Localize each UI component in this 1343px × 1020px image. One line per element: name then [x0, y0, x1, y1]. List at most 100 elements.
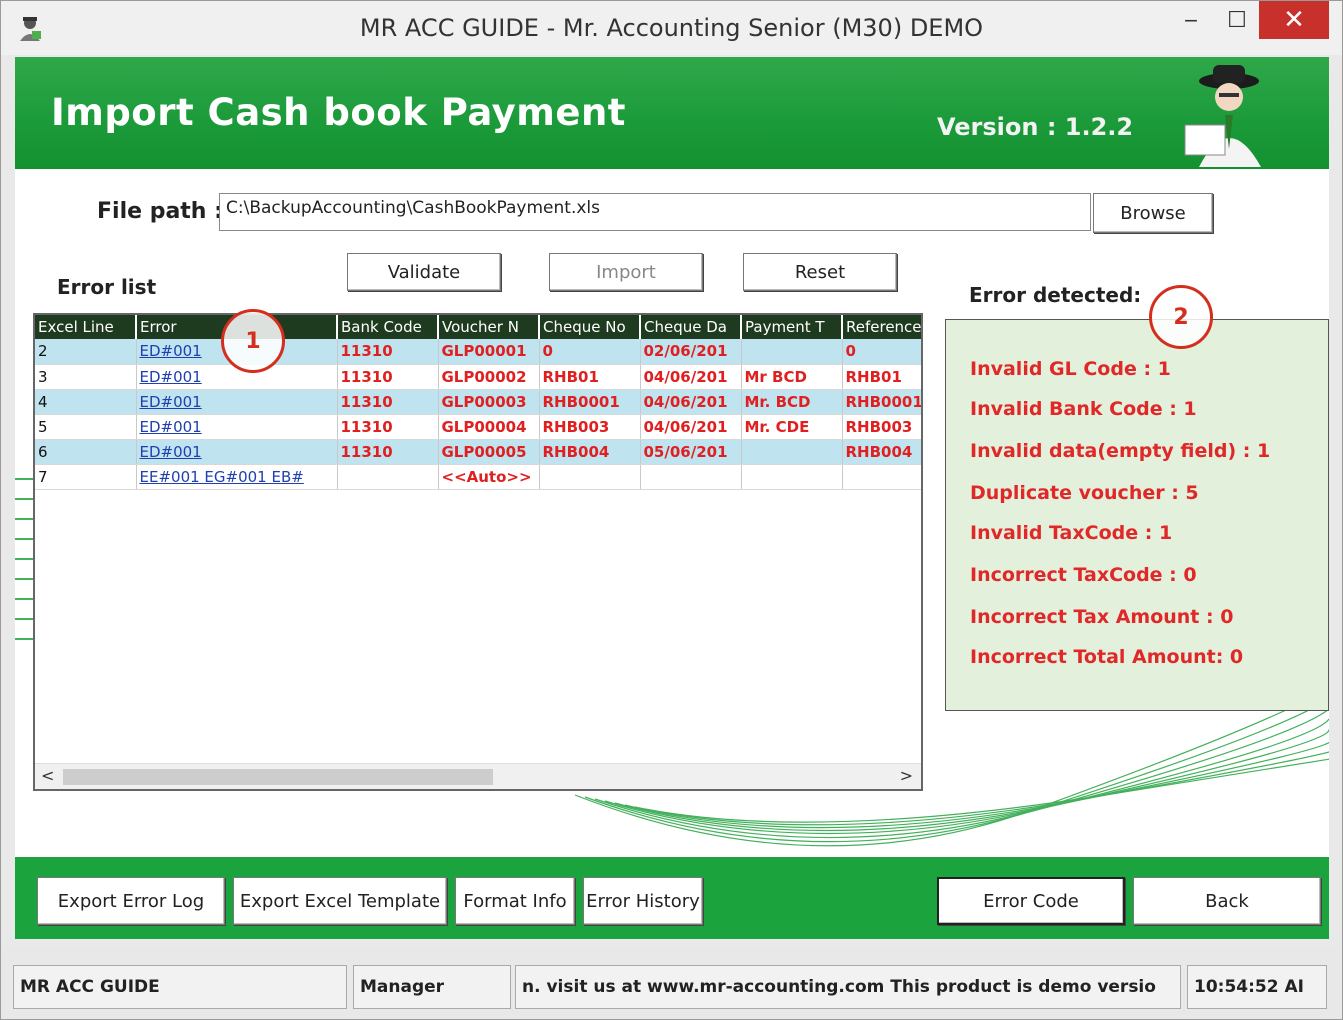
reset-button[interactable]: Reset: [743, 253, 897, 291]
cell-cheque-date: 04/06/201: [640, 414, 742, 440]
cell-voucher-no: GLP00001: [438, 339, 540, 365]
scroll-left-icon[interactable]: <: [41, 766, 54, 785]
error-summary-item: Incorrect Total Amount: 0: [970, 646, 1244, 668]
file-path-input[interactable]: C:\BackupAccounting\CashBookPayment.xls: [219, 193, 1091, 231]
error-summary-item: Invalid GL Code : 1: [970, 358, 1171, 380]
table-row[interactable]: 5 ED#001 11310 GLP00004 RHB003 04/06/201…: [35, 414, 921, 440]
status-bar: MR ACC GUIDE Manager n. visit us at www.…: [1, 947, 1342, 1019]
error-summary-item: Invalid data(empty field) : 1: [970, 440, 1271, 462]
cell-cheque-date: 04/06/201: [640, 389, 742, 415]
cell-cheque-no: RHB0001: [539, 389, 641, 415]
error-list-grid[interactable]: Excel Line Error Bank Code Voucher N Che…: [33, 313, 923, 791]
col-header-bank-code[interactable]: Bank Code: [337, 315, 439, 339]
header-banner: Import Cash book Payment Version : 1.2.2: [15, 57, 1329, 169]
cell-cheque-no: 0: [539, 339, 641, 365]
import-button[interactable]: Import: [549, 253, 703, 291]
error-history-button[interactable]: Error History: [583, 877, 703, 925]
error-detected-label: Error detected:: [969, 283, 1142, 307]
app-window: MR ACC GUIDE - Mr. Accounting Senior (M3…: [0, 0, 1343, 1020]
scroll-thumb[interactable]: [63, 769, 493, 785]
export-error-log-button[interactable]: Export Error Log: [37, 877, 225, 925]
cell-cheque-no: [539, 464, 641, 490]
cell-reference: RHB004: [842, 439, 921, 465]
error-summary-item: Duplicate voucher : 5: [970, 482, 1199, 504]
error-summary-panel: Invalid GL Code : 1 Invalid Bank Code : …: [945, 319, 1329, 711]
error-summary-item: Incorrect Tax Amount : 0: [970, 606, 1234, 628]
cell-payment-to: Mr. CDE: [741, 414, 843, 440]
cell-payment-to: Mr. BCD: [741, 389, 843, 415]
format-info-button[interactable]: Format Info: [455, 877, 575, 925]
table-row[interactable]: 6 ED#001 11310 GLP00005 RHB004 05/06/201…: [35, 439, 921, 465]
close-button[interactable]: ✕: [1259, 1, 1329, 39]
scroll-right-icon[interactable]: >: [900, 766, 913, 785]
callout-marker-2: 2: [1149, 285, 1213, 349]
cell-bank-code: [337, 464, 439, 490]
error-code-button[interactable]: Error Code: [937, 877, 1125, 925]
cell-voucher-no: GLP00003: [438, 389, 540, 415]
col-header-voucher-no[interactable]: Voucher N: [438, 315, 540, 339]
error-summary-item: Invalid TaxCode : 1: [970, 522, 1173, 544]
cell-reference: RHB0001: [842, 389, 921, 415]
file-path-label: File path :: [97, 199, 223, 224]
col-header-cheque-no[interactable]: Cheque No: [539, 315, 641, 339]
cell-reference: 0: [842, 339, 921, 365]
table-row[interactable]: 4 ED#001 11310 GLP00003 RHB0001 04/06/20…: [35, 389, 921, 415]
version-label: Version : 1.2.2: [937, 113, 1134, 141]
status-time: 10:54:52 AI: [1187, 965, 1327, 1009]
horizontal-scrollbar[interactable]: < >: [35, 763, 921, 789]
callout-marker-1: 1: [221, 309, 285, 373]
cell-payment-to: [741, 464, 843, 490]
col-header-excel-line[interactable]: Excel Line: [35, 315, 137, 339]
page-title: Import Cash book Payment: [51, 91, 626, 134]
cell-excel-line: 7: [35, 464, 137, 490]
cell-cheque-date: 04/06/201: [640, 364, 742, 390]
error-list-label: Error list: [57, 275, 157, 299]
cell-voucher-no: GLP00004: [438, 414, 540, 440]
status-user: Manager: [353, 965, 511, 1009]
cell-error-link[interactable]: ED#001: [136, 414, 338, 440]
cell-excel-line: 5: [35, 414, 137, 440]
action-bar: Export Error Log Export Excel Template F…: [15, 857, 1329, 939]
cell-cheque-no: RHB003: [539, 414, 641, 440]
table-row[interactable]: 2 ED#001 11310 GLP00001 0 02/06/201 0: [35, 339, 921, 365]
cell-excel-line: 3: [35, 364, 137, 390]
grid-header-row: Excel Line Error Bank Code Voucher N Che…: [35, 315, 921, 339]
cell-cheque-no: RHB01: [539, 364, 641, 390]
main-content: File path : C:\BackupAccounting\CashBook…: [15, 169, 1329, 857]
cell-error-link[interactable]: ED#001: [136, 439, 338, 465]
table-row[interactable]: 3 ED#001 11310 GLP00002 RHB01 04/06/201 …: [35, 364, 921, 390]
browse-button[interactable]: Browse: [1093, 193, 1213, 233]
cell-bank-code: 11310: [337, 414, 439, 440]
cell-payment-to: [741, 439, 843, 465]
validate-button[interactable]: Validate: [347, 253, 501, 291]
cell-error-link[interactable]: EE#001 EG#001 EB#: [136, 464, 338, 490]
maximize-button[interactable]: ☐: [1213, 1, 1261, 39]
cell-payment-to: [741, 339, 843, 365]
window-title: MR ACC GUIDE - Mr. Accounting Senior (M3…: [359, 14, 984, 42]
col-header-reference[interactable]: Reference: [842, 315, 921, 339]
back-button[interactable]: Back: [1133, 877, 1321, 925]
cell-payment-to: Mr BCD: [741, 364, 843, 390]
title-bar: MR ACC GUIDE - Mr. Accounting Senior (M3…: [1, 1, 1342, 55]
cell-reference: RHB003: [842, 414, 921, 440]
cell-bank-code: 11310: [337, 364, 439, 390]
cell-excel-line: 2: [35, 339, 137, 365]
cell-cheque-date: [640, 464, 742, 490]
col-header-payment-to[interactable]: Payment T: [741, 315, 843, 339]
cell-reference: [842, 464, 921, 490]
status-message: n. visit us at www.mr-accounting.com Thi…: [515, 965, 1181, 1009]
table-row[interactable]: 7 EE#001 EG#001 EB# <<Auto>>: [35, 464, 921, 490]
export-excel-template-button[interactable]: Export Excel Template: [233, 877, 447, 925]
cell-bank-code: 11310: [337, 389, 439, 415]
cell-excel-line: 4: [35, 389, 137, 415]
cell-reference: RHB01: [842, 364, 921, 390]
mascot-logo-icon: [1184, 65, 1261, 167]
cell-cheque-no: RHB004: [539, 439, 641, 465]
cell-cheque-date: 05/06/201: [640, 439, 742, 465]
cell-error-link[interactable]: ED#001: [136, 389, 338, 415]
col-header-cheque-date[interactable]: Cheque Da: [640, 315, 742, 339]
cell-bank-code: 11310: [337, 439, 439, 465]
cell-voucher-no: GLP00005: [438, 439, 540, 465]
cell-voucher-no: <<Auto>>: [438, 464, 540, 490]
minimize-button[interactable]: ‒: [1167, 1, 1215, 39]
